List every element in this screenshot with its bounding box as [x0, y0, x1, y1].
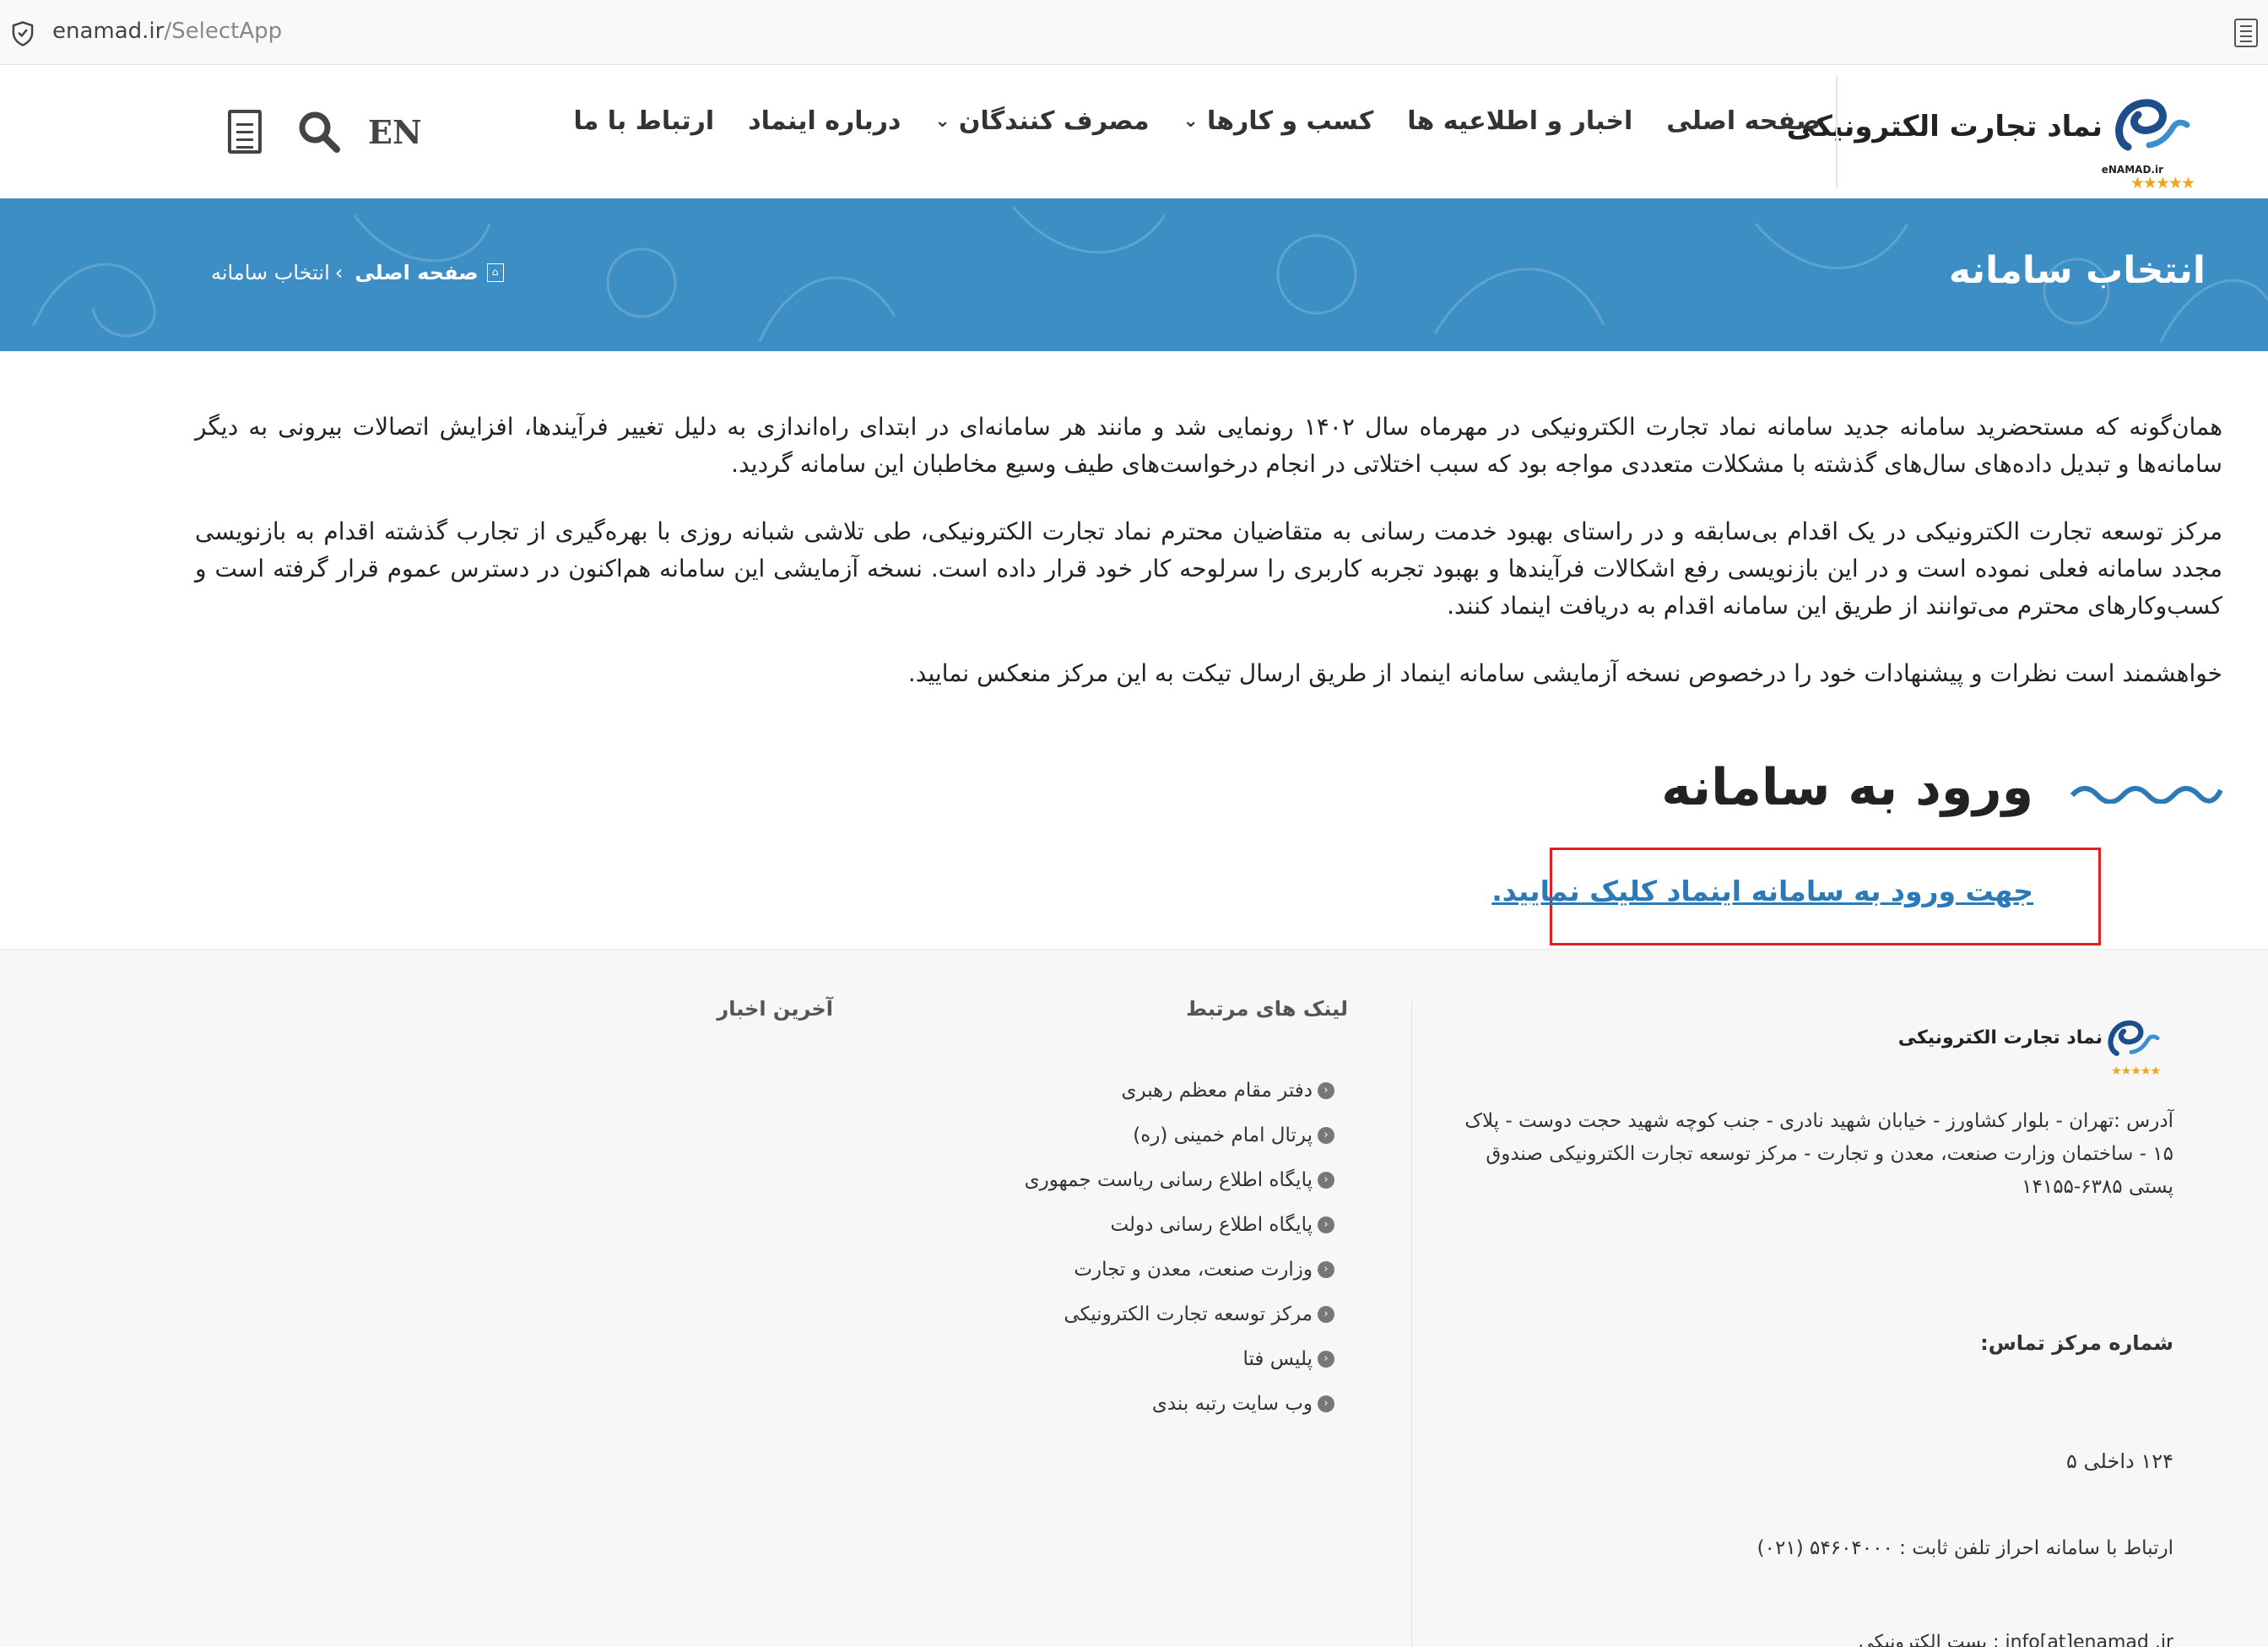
chevron-left-icon: ‹	[1318, 1171, 1334, 1189]
document-icon[interactable]	[228, 110, 262, 154]
related-link-label: پلیس فتا	[1242, 1347, 1313, 1370]
nav-item-businesses[interactable]: کسب و کارها ⌄	[1183, 106, 1374, 136]
related-link[interactable]: ‹ وزارت صنعت، معدن و تجارت	[1025, 1247, 1334, 1292]
related-link-label: دفتر مقام معظم رهبری	[1121, 1079, 1313, 1102]
related-link[interactable]: ‹ پلیس فتا	[1025, 1336, 1334, 1381]
footer-address: آدرس :تهران - بلوار کشاورز - خیابان شهید…	[1464, 1110, 2173, 1198]
enamad-logo-icon	[2115, 99, 2190, 151]
url-host: enamad.ir	[52, 19, 165, 44]
intro-text: همان‌گونه که مستحضرید سامانه جدید سامانه…	[195, 409, 2222, 723]
nav-label: درباره اینماد	[748, 106, 901, 136]
related-link-label: پایگاه اطلاع رسانی دولت	[1110, 1213, 1313, 1236]
related-link-label: پرتال امام خمینی (ره)	[1133, 1124, 1313, 1146]
nav-item-about[interactable]: درباره اینماد	[748, 106, 901, 136]
related-link[interactable]: ‹ مرکز توسعه تجارت الکترونیکی	[1025, 1292, 1334, 1336]
chevron-left-icon: ‹	[1318, 1260, 1334, 1278]
url-path: /SelectApp	[164, 19, 283, 44]
nav-label: مصرف کنندگان	[958, 106, 1150, 136]
nav-label: ارتباط با ما	[573, 106, 715, 136]
footer-logo-text: نماد تجارت الکترونیکی	[1897, 1027, 2103, 1048]
chevron-left-icon: ‹	[1318, 1395, 1334, 1412]
logo-stars: ★★★★★	[2130, 174, 2195, 192]
enter-system-link[interactable]: جهت ورود به سامانه اینماد کلیک نمایید.	[1491, 875, 2033, 907]
nav-label: کسب و کارها	[1206, 106, 1374, 136]
search-icon[interactable]	[297, 110, 341, 154]
nav-item-consumers[interactable]: مصرف کنندگان ⌄	[934, 106, 1149, 136]
intro-paragraph: مرکز توسعه تجارت الکترونیکی در یک اقدام …	[195, 517, 2222, 620]
nav-item-home[interactable]: صفحه اصلی	[1666, 106, 1821, 136]
chevron-left-icon: ‹	[1318, 1081, 1334, 1099]
related-link-label: مرکز توسعه تجارت الکترونیکی	[1064, 1303, 1313, 1325]
related-link[interactable]: ‹ دفتر مقام معظم رهبری	[1025, 1068, 1334, 1113]
chevron-left-icon: ‹	[1318, 1216, 1334, 1233]
related-link[interactable]: ‹ وب سایت رتبه بندی	[1025, 1381, 1334, 1426]
related-links-list: ‹ دفتر مقام معظم رهبری ‹ پرتال امام خمینی …	[1025, 1068, 1334, 1426]
breadcrumb-current: انتخاب سامانه	[211, 261, 330, 284]
related-link-label: پایگاه اطلاع رسانی ریاست جمهوری	[1024, 1168, 1313, 1191]
page-banner: انتخاب سامانه ⌂ صفحه اصلی › انتخاب سامان…	[0, 198, 2268, 351]
chevron-left-icon: ‹	[1318, 1305, 1334, 1323]
enamad-logo[interactable]: نماد تجارت الکترونیکی eNAMAD.ir ★★★★★	[1787, 79, 2195, 192]
contact-center-label: شماره مرکز تماس:	[1980, 1331, 2173, 1355]
related-link-label: وزارت صنعت، معدن و تجارت	[1074, 1258, 1313, 1281]
related-link[interactable]: ‹ پایگاه اطلاع رسانی ریاست جمهوری	[1025, 1157, 1334, 1202]
nav-label: اخبار و اطلاعیه ها	[1407, 106, 1633, 136]
footer-logo[interactable]: نماد تجارت الکترونیکی ★★★★★	[1898, 997, 2163, 1081]
related-link[interactable]: ‹ پرتال امام خمینی (ره)	[1025, 1113, 1334, 1157]
header-divider	[1836, 76, 1838, 187]
footer-logo-icon	[2108, 1020, 2160, 1056]
chevron-left-icon: ‹	[1318, 1350, 1334, 1368]
breadcrumb-separator: ›	[334, 261, 344, 284]
latest-news-title: آخرین اخبار	[717, 997, 833, 1021]
intro-paragraph: خواهشمند است نظرات و پیشنهادات خود را در…	[907, 659, 2222, 687]
footer-logo-stars: ★★★★★	[2111, 1065, 2161, 1078]
reader-view-icon[interactable]	[2234, 19, 2258, 47]
wave-decoration-icon	[2070, 786, 2222, 804]
login-section-title: ورود به سامانه	[1661, 758, 2033, 817]
site-footer: نماد تجارت الکترونیکی ★★★★★ آدرس :تهران …	[0, 949, 2268, 1647]
browser-url-bar[interactable]: enamad.ir/SelectApp	[0, 0, 2268, 65]
nav-item-contact[interactable]: ارتباط با ما	[573, 106, 714, 136]
chevron-left-icon: ‹	[1318, 1126, 1334, 1144]
url-text[interactable]: enamad.ir/SelectApp	[52, 19, 282, 44]
footer-divider	[1411, 1002, 1412, 1647]
shield-icon	[12, 21, 34, 46]
nav-label: صفحه اصلی	[1666, 106, 1821, 136]
footer-email: info[at]enamad .ir : پست الکترونیکی	[1859, 1632, 2173, 1647]
chevron-down-icon: ⌄	[1183, 111, 1199, 132]
related-link-label: وب سایت رتبه بندی	[1151, 1392, 1313, 1415]
header-tools: EN	[228, 110, 422, 154]
nav-item-news[interactable]: اخبار و اطلاعیه ها	[1407, 106, 1632, 136]
breadcrumb-home[interactable]: صفحه اصلی	[355, 261, 478, 284]
landline-contact: ارتباط با سامانه احراز تلفن ثابت : ۵۴۶۰۴…	[1756, 1537, 2173, 1559]
intro-paragraph: همان‌گونه که مستحضرید سامانه جدید سامانه…	[195, 413, 2222, 478]
related-link[interactable]: ‹ پایگاه اطلاع رسانی دولت	[1025, 1202, 1334, 1247]
site-header: نماد تجارت الکترونیکی eNAMAD.ir ★★★★★ صف…	[0, 66, 2268, 198]
home-icon[interactable]: ⌂	[486, 263, 504, 282]
page-title: انتخاب سامانه	[1948, 249, 2206, 292]
chevron-down-icon: ⌄	[934, 111, 950, 132]
main-nav: صفحه اصلی اخبار و اطلاعیه ها کسب و کارها…	[539, 106, 1821, 136]
related-links-title: لینک های مرتبط	[1186, 997, 1348, 1021]
breadcrumb: ⌂ صفحه اصلی › انتخاب سامانه	[211, 261, 504, 284]
logo-text: نماد تجارت الکترونیکی	[1786, 110, 2103, 144]
contact-center-number: ۱۲۴ داخلی ۵	[2066, 1449, 2173, 1473]
language-switch[interactable]: EN	[368, 113, 422, 151]
